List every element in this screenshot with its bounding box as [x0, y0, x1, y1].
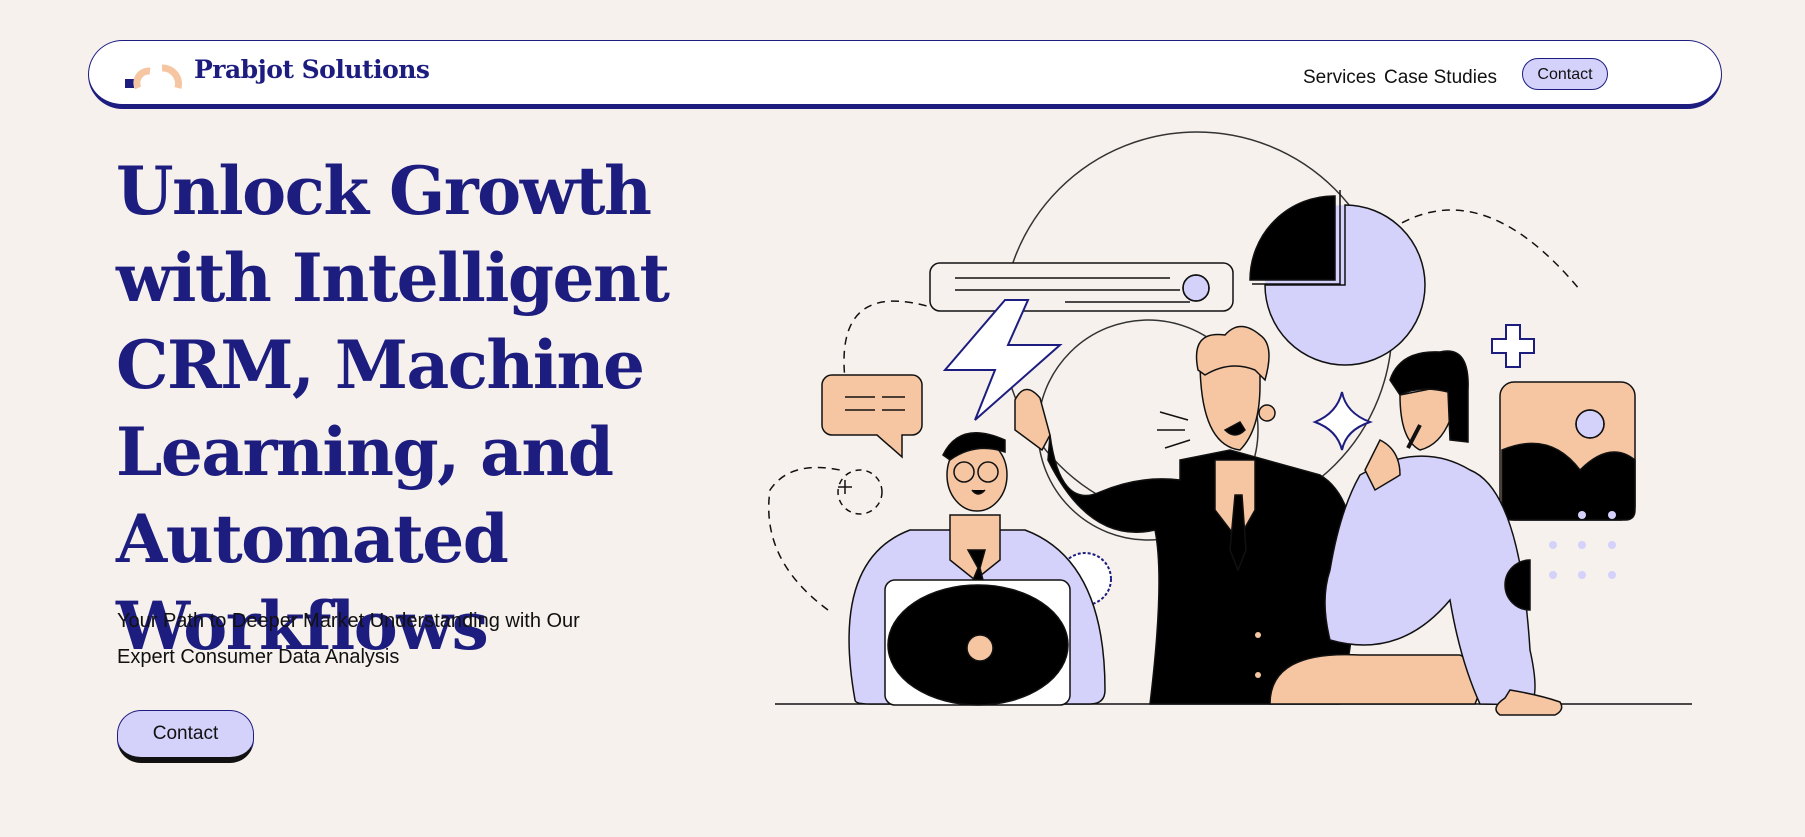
hero-contact-button[interactable]: Contact	[117, 710, 254, 763]
nav-link-services[interactable]: Services	[1303, 67, 1376, 89]
hero-illustration	[768, 131, 1692, 716]
hero-subtitle: Your Path to Deeper Market Understanding…	[117, 610, 580, 668]
sparkle-icon	[1312, 391, 1373, 451]
brand-name[interactable]: Prabjot Solutions	[194, 55, 430, 84]
logo-mark-icon[interactable]	[125, 59, 183, 89]
plus-icon	[1491, 324, 1535, 368]
nav-link-case-studies[interactable]: Case Studies	[1384, 67, 1497, 89]
image-card-icon	[1499, 381, 1636, 579]
nav-contact-button[interactable]: Contact	[1522, 58, 1608, 90]
hero-title: Unlock Growth with Intelligent CRM, Mach…	[116, 152, 670, 665]
search-bar-graphic	[929, 262, 1234, 312]
top-navbar: Prabjot Solutions Services Case Studies …	[88, 40, 1722, 109]
pie-chart-icon	[1249, 190, 1426, 366]
person-laptop-illustration	[848, 432, 1106, 706]
lightning-icon	[942, 299, 1063, 421]
chat-bubble-icon	[821, 374, 923, 459]
